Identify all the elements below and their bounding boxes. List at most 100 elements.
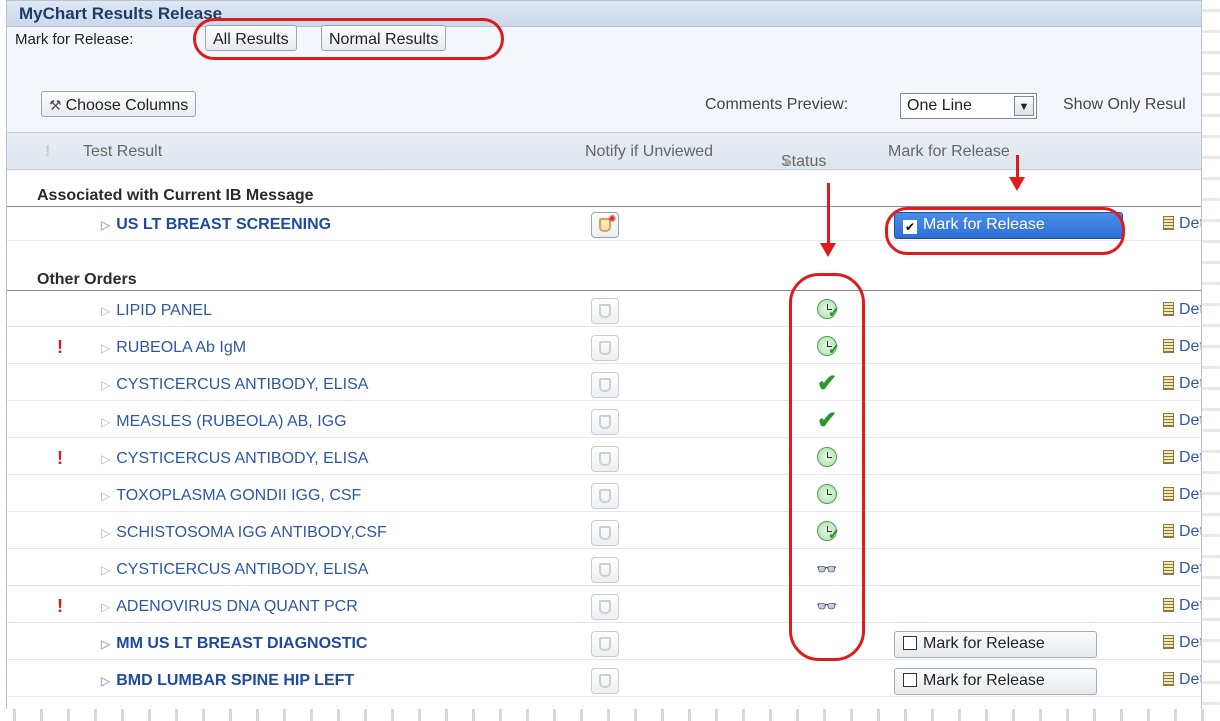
dropdown-arrow-icon[interactable]: ▼ [1014,96,1034,116]
table-row[interactable]: ! ▷ RUBEOLA Ab IgM ✓ Deta [7,332,1201,364]
expand-triangle-icon[interactable]: ▷ [101,600,110,614]
mark-for-release-label: Mark for Release: [15,31,134,48]
notify-unviewed-button[interactable] [591,520,619,546]
group-other-orders: Other Orders [7,263,1201,291]
table-row[interactable]: ! ▷ CYSTICERCUS ANTIBODY, ELISA Det [7,443,1201,475]
test-result-label: TOXOPLASMA GONDII IGG, CSF [116,487,362,504]
show-only-results-label[interactable]: Show Only Resul [1063,96,1186,114]
notify-unviewed-button[interactable] [591,372,619,398]
detail-link[interactable]: Deta [1163,215,1201,233]
results-release-window: MyChart Results Release Mark for Release… [6,0,1202,712]
table-row[interactable]: ▷ TOXOPLASMA GONDII IGG, CSF Det [7,480,1201,512]
expand-triangle-icon[interactable]: ▷ [101,489,110,503]
detail-link[interactable]: Det [1163,486,1202,504]
normal-results-button[interactable]: Normal Results [321,25,447,51]
test-result-name[interactable]: ▷ SCHISTOSOMA IGG ANTIBODY,CSF [101,524,387,542]
document-icon [1163,376,1174,390]
detail-link[interactable]: Deta [1163,375,1201,393]
hand-icon [599,674,611,688]
table-row[interactable]: ▷ MEASLES (RUBEOLA) AB, IGG ✔ Deta [7,406,1201,438]
notify-unviewed-button[interactable] [591,594,619,620]
test-result-name[interactable]: ▷ CYSTICERCUS ANTIBODY, ELISA [101,450,368,468]
test-result-name[interactable]: ▷ TOXOPLASMA GONDII IGG, CSF [101,487,361,505]
expand-triangle-icon[interactable]: ▷ [101,304,110,318]
detail-link-label: Deta [1179,523,1201,540]
column-flag: ! [45,143,51,160]
test-result-name[interactable]: ▷ RUBEOLA Ab IgM [101,339,246,357]
detail-link[interactable]: Det [1163,597,1201,615]
test-result-name[interactable]: ▷ US LT BREAST SCREENING [101,216,331,234]
table-row[interactable]: ▷ BMD LUMBAR SPINE HIP LEFT Mark for Relea… [7,665,1201,697]
status-indicator [814,484,840,508]
detail-link[interactable]: Deta [1163,338,1201,356]
table-row[interactable]: ▷ MM US LT BREAST DIAGNOSTIC Mark for Rele… [7,628,1201,660]
table-row[interactable]: ▷ CYSTICERCUS ANTIBODY, ELISA 👓 Det [7,554,1201,586]
status-indicator: ✔ [814,372,840,397]
expand-triangle-icon[interactable]: ▷ [101,218,110,232]
table-row[interactable]: ! ▷ ADENOVIRUS DNA QUANT PCR 👓 Det [7,591,1201,623]
expand-triangle-icon[interactable]: ▷ [101,563,110,577]
notify-unviewed-button[interactable] [591,483,619,509]
results-table: Associated with Current IB Message ▷ US L… [7,171,1201,711]
expand-triangle-icon[interactable]: ▷ [101,415,110,429]
notify-unviewed-button[interactable] [591,557,619,583]
detail-link-label: Det [1179,486,1202,503]
expand-triangle-icon[interactable]: ▷ [101,341,110,355]
notify-unviewed-button[interactable] [591,631,619,657]
all-results-button[interactable]: All Results [205,25,297,51]
expand-triangle-icon[interactable]: ▷ [101,674,110,688]
test-result-name[interactable]: ▷ ADENOVIRUS DNA QUANT PCR [101,598,358,616]
test-result-name[interactable]: ▷ MEASLES (RUBEOLA) AB, IGG [101,413,347,431]
document-icon [1163,672,1174,686]
document-icon [1163,598,1174,612]
test-result-name[interactable]: ▷ CYSTICERCUS ANTIBODY, ELISA [101,561,368,579]
column-notify-unviewed[interactable]: Notify if Unviewed [585,143,713,161]
table-row[interactable]: ▷ US LT BREAST SCREENING ✺ ✔ Mark for Rele… [7,209,1201,241]
detail-link[interactable]: Deta [1163,412,1201,430]
checkbox-icon [903,673,917,687]
expand-triangle-icon[interactable]: ▷ [101,526,110,540]
notify-unviewed-button[interactable] [591,335,619,361]
expand-triangle-icon[interactable]: ▷ [101,378,110,392]
table-row[interactable]: ▷ LIPID PANEL ✓ Det [7,295,1201,327]
status-indicator [814,447,840,471]
test-result-name[interactable]: ▷ CYSTICERCUS ANTIBODY, ELISA [101,376,368,394]
hand-icon [599,415,611,429]
comments-preview-label: Comments Preview: [705,96,849,113]
detail-link[interactable]: Det [1163,560,1201,578]
detail-link[interactable]: Det [1163,671,1201,689]
mark-for-release-toggle[interactable]: Mark for Release [894,631,1097,658]
table-row[interactable]: ▷ SCHISTOSOMA IGG ANTIBODY,CSF ✓ Deta [7,517,1201,549]
comments-preview-value: One Line [907,97,972,114]
table-row[interactable]: ▷ CYSTICERCUS ANTIBODY, ELISA ✔ Deta [7,369,1201,401]
detail-link[interactable]: Deta [1163,523,1201,541]
hand-icon [599,304,611,318]
test-result-name[interactable]: ▷ MM US LT BREAST DIAGNOSTIC [101,635,367,653]
test-result-name[interactable]: ▷ BMD LUMBAR SPINE HIP LEFT [101,672,354,690]
checkbox-icon [903,636,917,650]
detail-link[interactable]: Det [1163,301,1201,319]
notify-unviewed-button[interactable]: ✺ [591,212,619,238]
notify-unviewed-button[interactable] [591,668,619,694]
test-result-name[interactable]: ▷ LIPID PANEL [101,302,212,320]
column-mark-for-release[interactable]: Mark for Release [888,143,1010,161]
column-test-result[interactable]: Test Result [83,143,162,161]
hand-icon [599,489,611,503]
detail-link[interactable]: Det [1163,634,1201,652]
expand-triangle-icon[interactable]: ▷ [101,637,110,651]
annotation-arrow-status [827,183,830,245]
notify-unviewed-button[interactable] [591,298,619,324]
hand-icon [599,637,611,651]
notify-unviewed-button[interactable] [591,409,619,435]
document-icon [1163,561,1174,575]
comments-preview-select[interactable]: One Line ▼ [900,93,1037,119]
expand-triangle-icon[interactable]: ▷ [101,452,110,466]
test-result-label: SCHISTOSOMA IGG ANTIBODY,CSF [116,524,387,541]
choose-columns-button[interactable]: ⚒ Choose Columns [41,91,197,117]
notify-unviewed-button[interactable] [591,446,619,472]
mark-for-release-toggle[interactable]: ✔ Mark for Release [894,212,1123,239]
window-title: MyChart Results Release [7,1,1201,27]
document-icon [1163,524,1174,538]
detail-link[interactable]: Det [1163,449,1201,467]
mark-for-release-toggle[interactable]: Mark for Release [894,668,1097,695]
